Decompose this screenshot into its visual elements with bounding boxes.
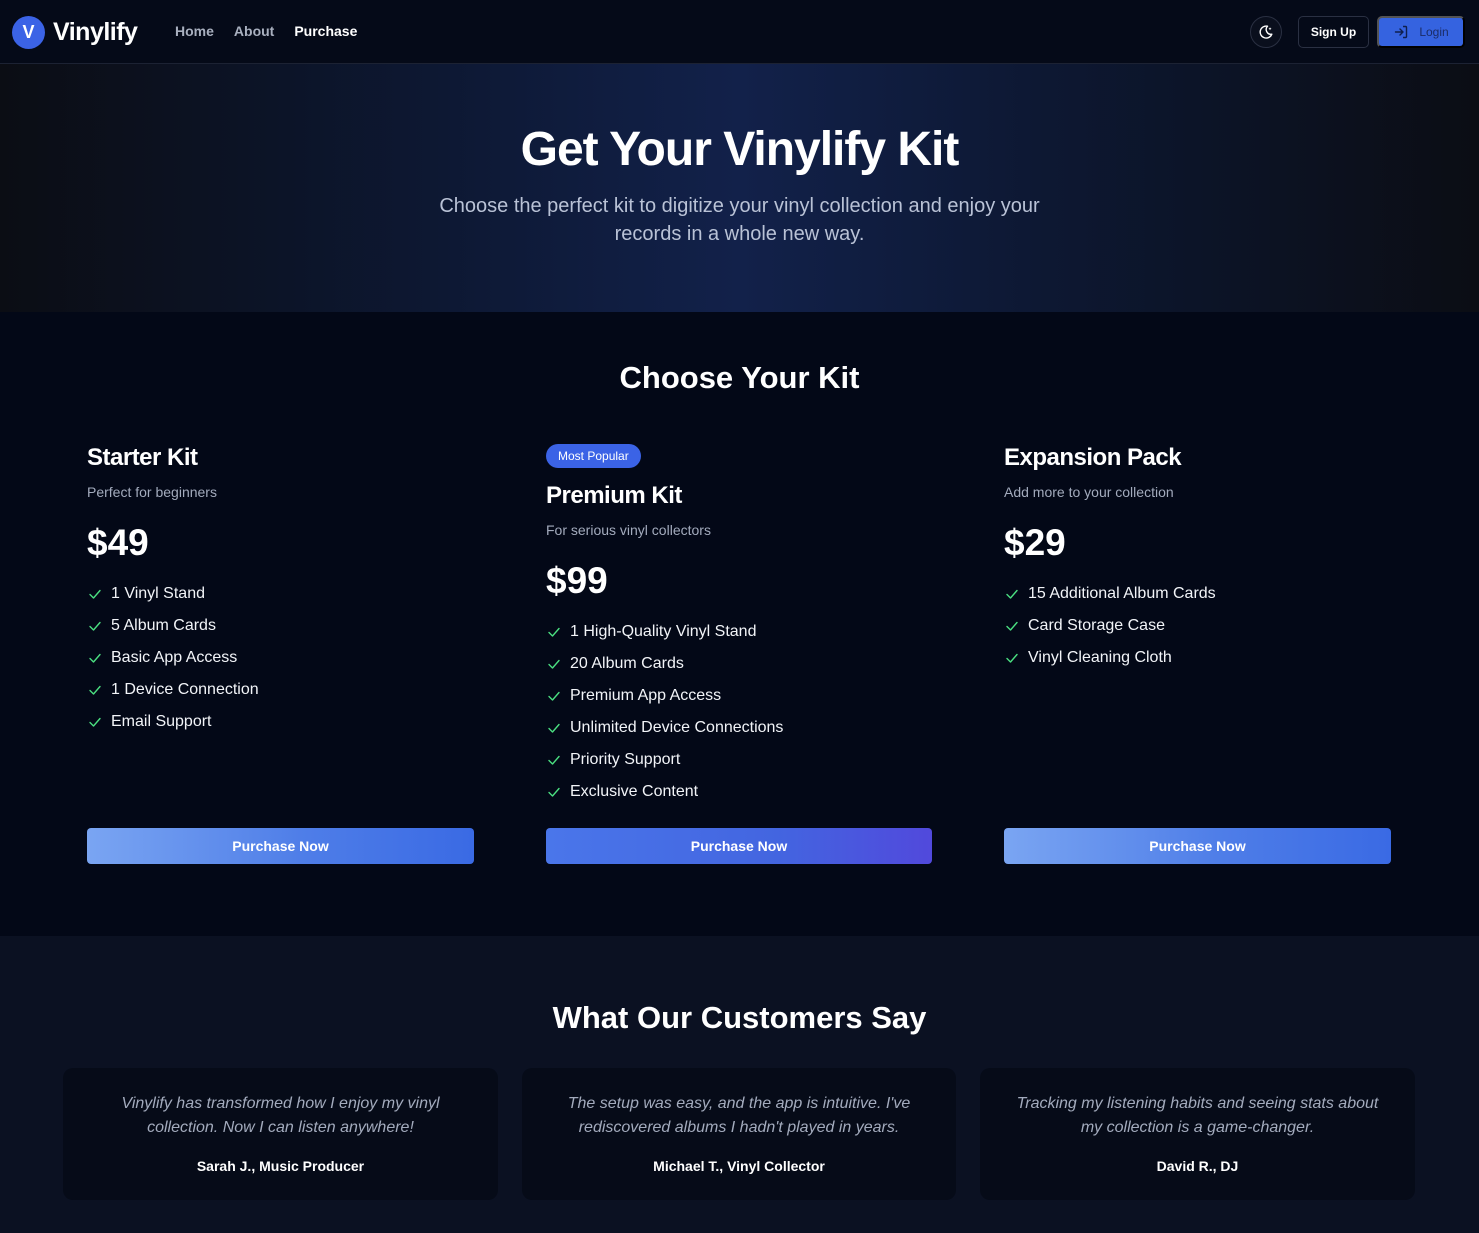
testimonial-author: David R., DJ [1156, 1158, 1239, 1174]
top-navbar: V Vinylify Home About Purchase Sign Up L… [0, 0, 1479, 64]
login-button[interactable]: Login [1377, 16, 1465, 48]
check-icon [548, 627, 560, 637]
testimonial-author: Michael T., Vinyl Collector [653, 1158, 825, 1174]
kits-section: Choose Your Kit Starter Kit Perfect for … [0, 312, 1479, 936]
feature-item: Priority Support [546, 744, 934, 776]
hero-section: Get Your Vinylify Kit Choose the perfect… [0, 64, 1479, 312]
feature-label: 20 Album Cards [570, 655, 684, 672]
testimonial-card: Vinylify has transformed how I enjoy my … [63, 1068, 498, 1200]
feature-item: 1 Device Connection [87, 674, 475, 706]
feature-list: 1 High-Quality Vinyl Stand 20 Album Card… [546, 616, 934, 808]
purchase-button-starter[interactable]: Purchase Now [87, 828, 474, 864]
kit-name: Premium Kit [546, 482, 682, 509]
nav-link-home[interactable]: Home [175, 23, 214, 39]
check-icon [548, 691, 560, 701]
kit-description: Add more to your collection [1004, 484, 1174, 500]
nav-links: Home About Purchase [175, 23, 377, 39]
feature-item: Vinyl Cleaning Cloth [1004, 642, 1392, 674]
feature-item: Unlimited Device Connections [546, 712, 934, 744]
testimonial-quote: Tracking my listening habits and seeing … [1016, 1095, 1379, 1136]
kit-card-premium: Most Popular Premium Kit For serious vin… [546, 444, 934, 808]
feature-list: 1 Vinyl Stand 5 Album Cards Basic App Ac… [87, 578, 475, 738]
feature-item: Email Support [87, 706, 475, 738]
moon-icon [1259, 25, 1273, 39]
login-label: Login [1419, 25, 1449, 39]
purchase-button-premium[interactable]: Purchase Now [546, 828, 932, 864]
hero-subtitle: Choose the perfect kit to digitize your … [439, 195, 1040, 245]
kit-card-expansion: Expansion Pack Add more to your collecti… [1004, 444, 1392, 674]
feature-label: Vinyl Cleaning Cloth [1028, 649, 1172, 666]
testimonial-card: The setup was easy, and the app is intui… [522, 1068, 956, 1200]
brand-name: Vinylify [53, 18, 138, 46]
kit-name: Starter Kit [87, 444, 198, 471]
most-popular-badge: Most Popular [546, 444, 641, 468]
kit-description: For serious vinyl collectors [546, 522, 711, 538]
feature-item: 5 Album Cards [87, 610, 475, 642]
nav-link-purchase[interactable]: Purchase [294, 23, 357, 39]
check-icon [548, 787, 560, 797]
testimonial-author: Sarah J., Music Producer [196, 1158, 365, 1174]
kit-description: Perfect for beginners [87, 484, 217, 500]
check-icon [548, 755, 560, 765]
feature-item: 1 High-Quality Vinyl Stand [546, 616, 934, 648]
kit-card-starter: Starter Kit Perfect for beginners $49 1 … [87, 444, 475, 738]
feature-label: Basic App Access [111, 649, 238, 666]
purchase-button-expansion[interactable]: Purchase Now [1004, 828, 1391, 864]
nav-link-about[interactable]: About [234, 23, 274, 39]
logo-mark: V [12, 16, 45, 49]
hero-title: Get Your Vinylify Kit [520, 123, 960, 176]
feature-item: 15 Additional Album Cards [1004, 578, 1392, 610]
check-icon [89, 717, 101, 727]
check-icon [89, 653, 101, 663]
kit-price: $99 [546, 560, 608, 601]
brand-logo[interactable]: V Vinylify [12, 16, 138, 49]
feature-label: 15 Additional Album Cards [1028, 585, 1216, 602]
feature-label: Card Storage Case [1028, 617, 1165, 634]
feature-item: Basic App Access [87, 642, 475, 674]
sign-up-button[interactable]: Sign Up [1298, 16, 1369, 48]
feature-label: 1 Vinyl Stand [111, 585, 205, 602]
feature-item: 20 Album Cards [546, 648, 934, 680]
theme-toggle-button[interactable] [1250, 16, 1282, 48]
feature-item: Exclusive Content [546, 776, 934, 808]
check-icon [548, 659, 560, 669]
kit-price: $49 [87, 522, 149, 563]
feature-label: Priority Support [570, 751, 681, 768]
testimonial-quote: The setup was easy, and the app is intui… [567, 1095, 911, 1136]
feature-label: Email Support [111, 713, 212, 730]
feature-label: 1 Device Connection [111, 681, 259, 698]
testimonials-section-title: What Our Customers Say [552, 1000, 927, 1035]
feature-item: Premium App Access [546, 680, 934, 712]
kit-name: Expansion Pack [1004, 444, 1182, 471]
check-icon [1006, 653, 1018, 663]
feature-label: 5 Album Cards [111, 617, 216, 634]
kits-section-title: Choose Your Kit [619, 360, 860, 395]
feature-list: 15 Additional Album Cards Card Storage C… [1004, 578, 1392, 674]
kit-price: $29 [1004, 522, 1066, 563]
check-icon [89, 621, 101, 631]
feature-label: 1 High-Quality Vinyl Stand [570, 623, 757, 640]
check-icon [548, 723, 560, 733]
feature-label: Unlimited Device Connections [570, 719, 784, 736]
feature-label: Premium App Access [570, 687, 722, 704]
feature-label: Exclusive Content [570, 783, 699, 800]
testimonial-card: Tracking my listening habits and seeing … [980, 1068, 1415, 1200]
check-icon [89, 589, 101, 599]
testimonial-quote: Vinylify has transformed how I enjoy my … [121, 1095, 440, 1136]
check-icon [1006, 589, 1018, 599]
feature-item: Card Storage Case [1004, 610, 1392, 642]
feature-item: 1 Vinyl Stand [87, 578, 475, 610]
testimonials-section: What Our Customers Say Vinylify has tran… [0, 936, 1479, 1233]
login-arrow-icon [1395, 25, 1408, 39]
check-icon [89, 685, 101, 695]
check-icon [1006, 621, 1018, 631]
